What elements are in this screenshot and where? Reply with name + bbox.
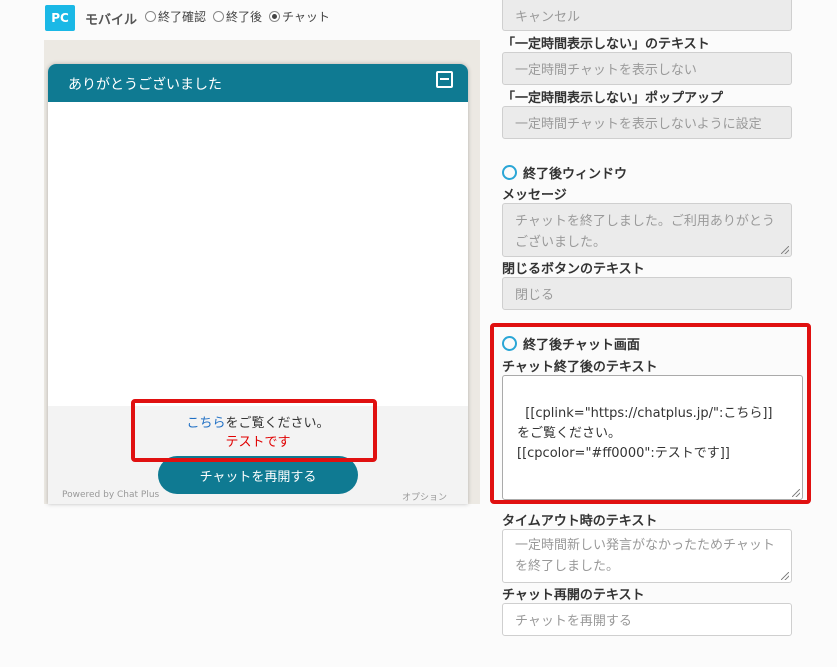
circle-icon — [502, 165, 517, 180]
minimize-icon[interactable] — [436, 71, 453, 88]
hide-popup-field[interactable]: 一定時間チャットを表示しないように設定 — [502, 106, 792, 139]
restart-label: チャット再開のテキスト — [502, 588, 645, 603]
highlight-box-preview — [131, 399, 377, 462]
restart-text-field[interactable]: チャットを再開する — [502, 603, 792, 636]
radio-checked-icon[interactable] — [269, 11, 281, 22]
close-button-field[interactable]: 閉じる — [502, 277, 792, 310]
message-textarea[interactable]: チャットを終了しました。ご利用ありがとうございました。 — [502, 203, 792, 257]
hide-popup-label: 「一定時間表示しない」ポップアップ — [502, 91, 724, 106]
chat-header: ありがとうございました — [48, 64, 468, 102]
highlight-box-settings — [490, 323, 811, 504]
chat-body — [48, 102, 468, 406]
timeout-textarea[interactable]: 一定時間新しい発言がなかったためチャットを終了しました。 — [502, 529, 792, 583]
powered-by-label: Powered by Chat Plus — [62, 490, 160, 500]
radio-chat[interactable]: チャット — [269, 8, 330, 25]
after-window-title: 終了後ウィンドウ — [523, 167, 628, 182]
radio-label: 終了確認 — [158, 10, 207, 24]
after-window-section: 終了後ウィンドウ — [502, 163, 627, 182]
radio-circle-icon[interactable] — [145, 11, 156, 22]
mobile-tab[interactable]: モバイル — [85, 9, 137, 28]
resize-handle-icon[interactable] — [781, 246, 789, 254]
radio-after-end[interactable]: 終了後 — [213, 8, 262, 25]
close-button-label: 閉じるボタンのテキスト — [502, 262, 645, 277]
timeout-label: タイムアウト時のテキスト — [502, 514, 658, 529]
options-link[interactable]: オプション — [402, 490, 447, 503]
cancel-field[interactable]: キャンセル — [502, 0, 792, 31]
resize-handle-icon[interactable] — [781, 572, 789, 580]
hide-text-field[interactable]: 一定時間チャットを表示しない — [502, 52, 792, 85]
message-text: チャットを終了しました。ご利用ありがとうございました。 — [515, 214, 775, 250]
hide-text-label: 「一定時間表示しない」のテキスト — [502, 37, 710, 52]
chat-title: ありがとうございました — [68, 77, 222, 93]
radio-label: 終了後 — [226, 10, 263, 24]
radio-end-confirm[interactable]: 終了確認 — [145, 8, 206, 25]
radio-label: チャット — [282, 10, 330, 24]
pc-tab[interactable]: PC — [45, 5, 75, 31]
radio-circle-icon[interactable] — [213, 11, 225, 22]
message-label: メッセージ — [502, 188, 567, 203]
timeout-text: 一定時間新しい発言がなかったためチャットを終了しました。 — [515, 538, 775, 574]
preview-mode-radios: 終了確認 終了後 チャット — [145, 8, 334, 25]
